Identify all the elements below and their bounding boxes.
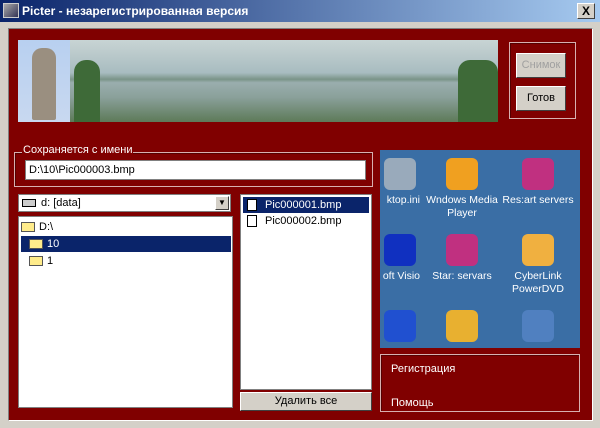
tree-item-label: D:\ <box>39 221 54 233</box>
statue-image <box>18 40 70 122</box>
folder-icon <box>29 256 43 267</box>
desktop-icon-label: Res:art servers <box>502 194 574 206</box>
app-icon <box>522 310 554 342</box>
tree-item[interactable]: 10 <box>21 236 231 252</box>
desktop-preview: ktop.ini Wndows Media Player Res:art serve… <box>380 150 580 348</box>
links-group: Регистрация Помощь <box>380 354 580 412</box>
desktop-icon-label: oft Visio <box>382 270 420 282</box>
desktop-icon: oft Visio <box>380 234 420 283</box>
desktop-icon: ktop.ini <box>380 158 420 207</box>
desktop-icon-label: ktop.ini <box>386 194 420 206</box>
app-icon <box>384 310 416 342</box>
drive-icon <box>22 199 36 207</box>
register-link[interactable]: Регистрация <box>391 363 455 375</box>
chevron-down-icon[interactable]: ▼ <box>215 196 229 210</box>
desktop-icon: Wndows Media Player <box>422 158 502 220</box>
tree-item[interactable]: 1 <box>29 253 229 269</box>
file-icon <box>247 215 257 228</box>
visio-icon <box>384 234 416 266</box>
file-item[interactable]: Pic000002.bmp <box>243 213 369 229</box>
tree-item[interactable]: D:\ <box>21 219 231 235</box>
title-bar: Picter - незарегистрированная версия <box>0 0 600 22</box>
file-list[interactable]: Pic000001.bmp Pic000002.bmp <box>240 194 372 390</box>
tree-item-label: 1 <box>47 255 54 267</box>
help-link[interactable]: Помощь <box>391 397 434 409</box>
file-name: Pic000001.bmp <box>265 199 342 211</box>
panorama-image <box>18 40 498 122</box>
app-icon <box>446 310 478 342</box>
window-title: Picter - незарегистрированная версия <box>22 4 249 18</box>
ini-file-icon <box>384 158 416 190</box>
file-icon <box>247 199 257 212</box>
drive-select[interactable]: d: [data] ▼ <box>18 194 231 212</box>
folder-tree[interactable]: D:\ 10 1 <box>18 216 233 408</box>
desktop-icon: CyberLink PowerDVD <box>498 234 578 296</box>
snapshot-button[interactable]: Снимок <box>516 53 566 78</box>
file-item[interactable]: Pic000001.bmp <box>243 197 369 213</box>
save-name-label: Сохраняется с имени <box>22 144 134 156</box>
file-name: Pic000002.bmp <box>265 215 342 227</box>
desktop-icon <box>380 310 420 346</box>
save-name-input[interactable] <box>25 160 366 180</box>
restart-servers-icon <box>522 158 554 190</box>
desktop-icon <box>422 310 502 346</box>
folder-open-icon <box>21 222 35 233</box>
delete-all-button[interactable]: Удалить все <box>240 392 372 411</box>
app-icon <box>3 3 19 18</box>
trees-right <box>458 60 498 122</box>
ready-button[interactable]: Готов <box>516 86 566 111</box>
powerdvd-icon <box>522 234 554 266</box>
drive-value: d: [data] <box>41 197 81 209</box>
desktop-icon-label: Star: servars <box>432 270 492 282</box>
tree-item-label: 10 <box>47 238 60 250</box>
desktop-icon-label: CyberLink PowerDVD <box>512 270 564 295</box>
start-servers-icon <box>446 234 478 266</box>
desktop-icon: Res:art servers <box>498 158 578 207</box>
folder-open-icon <box>29 239 43 250</box>
desktop-icon-label: Wndows Media Player <box>426 194 498 219</box>
media-player-icon <box>446 158 478 190</box>
desktop-icon <box>498 310 578 346</box>
trees-left <box>74 60 100 122</box>
desktop-icon: Star: servars <box>422 234 502 283</box>
close-button[interactable]: X <box>577 3 595 19</box>
